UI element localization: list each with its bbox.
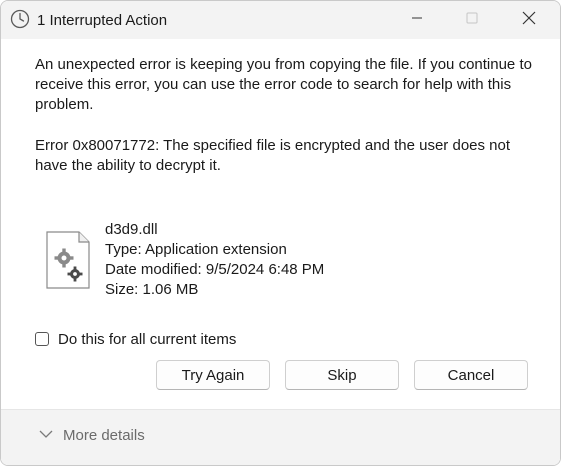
more-details-toggle[interactable]: More details [39,426,145,444]
maximize-button[interactable] [449,1,495,39]
minimize-button[interactable] [394,1,440,39]
skip-button[interactable]: Skip [285,360,399,390]
clock-icon [10,9,30,29]
minimize-icon [411,11,423,29]
error-description: An unexpected error is keeping you from … [35,56,532,113]
apply-to-all-row[interactable]: Do this for all current items [35,328,236,350]
more-details-label[interactable]: More details [63,427,145,444]
dialog-content: An unexpected error is keeping you from … [1,39,560,465]
file-size: Size: 1.06 MB [105,281,199,298]
file-type: Type: Application extension [105,241,287,258]
file-details: d3d9.dll Type: Application extension Dat… [105,220,324,300]
close-icon [522,11,536,30]
cancel-button[interactable]: Cancel [414,360,528,390]
chevron-down-icon [39,426,53,444]
error-code-message: Error 0x80071772: The specified file is … [35,137,511,174]
interrupted-action-dialog: 1 Interrupted Action An unexpected error… [0,0,561,466]
close-button[interactable] [506,1,552,39]
dll-file-gears-icon [45,230,91,290]
file-date-modified: Date modified: 9/5/2024 6:48 PM [105,261,325,278]
title-bar[interactable]: 1 Interrupted Action [1,1,560,39]
try-again-button[interactable]: Try Again [156,360,270,390]
window-title: 1 Interrupted Action [37,12,168,29]
apply-to-all-label[interactable]: Do this for all current items [58,331,236,348]
file-name: d3d9.dll [105,221,158,238]
maximize-icon [466,11,478,29]
apply-to-all-checkbox[interactable] [35,332,49,346]
dialog-footer: More details [1,409,560,465]
